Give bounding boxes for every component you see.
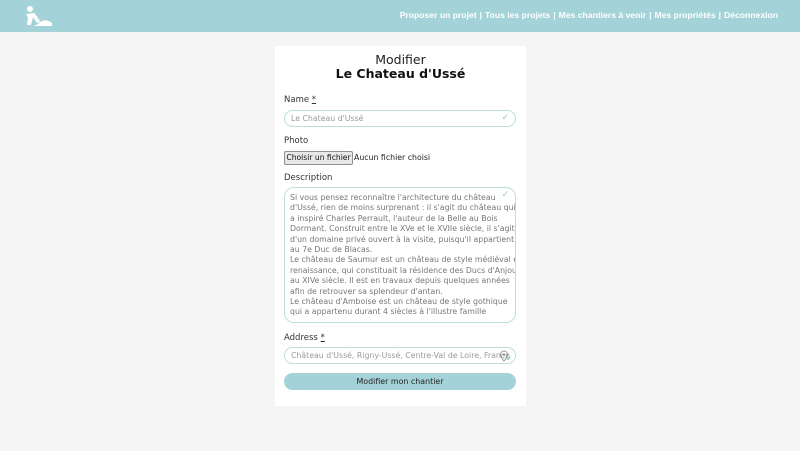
edit-project-form: Modifier Le Chateau d'Ussé Name * Le Cha… — [275, 46, 526, 406]
check-icon: ✓ — [501, 190, 509, 200]
nav-link-upcoming-sites[interactable]: Mes chantiers à venir — [559, 10, 646, 20]
description-line: a inspiré Charles Perrault, l'auteur de … — [290, 213, 498, 223]
description-line: qui a appartenu durant 4 siècles à l'ill… — [290, 307, 487, 317]
nav-separator: | — [553, 10, 556, 20]
description-line: au 7e Duc de Blacas. — [290, 245, 373, 255]
project-title: Le Chateau d'Ussé — [335, 66, 466, 81]
nav-link-my-properties[interactable]: Mes propriétés — [654, 10, 715, 20]
description-text: Si vous pensez reconnaître l'architectur… — [290, 193, 516, 318]
nav-link-all-projects[interactable]: Tous les projets — [485, 10, 550, 20]
description-line: renaissance, qui constituait la résidenc… — [290, 265, 516, 275]
worker-shovel-icon[interactable] — [22, 5, 52, 27]
choose-file-button[interactable]: Choisir un fichier — [284, 151, 353, 165]
nav-link-logout[interactable]: Déconnexion — [724, 10, 778, 20]
top-navbar: Proposer un projet | Tous les projets | Mes … — [0, 0, 800, 32]
nav-links: Proposer un projet | Tous les projets | Mes … — [400, 10, 778, 20]
description-textarea[interactable]: Si vous pensez reconnaître l'architectur… — [284, 187, 516, 323]
nav-separator: | — [479, 10, 482, 20]
form-heading: Modifier — [375, 52, 426, 67]
description-line: Le château de Saumur est un château de s… — [290, 255, 516, 265]
description-line: d'un domaine privé ouvert à la visite, p… — [290, 234, 515, 244]
name-label-text: Name — [284, 95, 310, 105]
description-line: Dormant. Construit entre le XVe et le XV… — [290, 224, 515, 234]
required-marker: * — [320, 333, 325, 343]
check-icon: ✓ — [501, 113, 509, 123]
address-label-text: Address — [284, 333, 318, 343]
description-line: afin de retrouver sa splendeur d'antan. — [290, 286, 443, 296]
name-value: Le Chateau d'Ussé — [291, 114, 364, 123]
description-line: Si vous pensez reconnaître l'architectur… — [290, 193, 496, 202]
name-field[interactable]: Le Chateau d'Ussé ✓ — [284, 110, 516, 127]
nav-separator: | — [718, 10, 722, 20]
required-marker: * — [311, 95, 317, 105]
nav-separator: | — [649, 10, 652, 20]
address-value: Château d'Ussé, Rigny-Ussé, Centre-Val d… — [291, 351, 510, 360]
photo-label: Photo — [284, 136, 309, 146]
address-label: Address * — [284, 333, 325, 343]
name-label: Name * — [284, 95, 316, 105]
location-pin-check-icon — [499, 350, 511, 362]
description-line: Le château d'Amboise est un château de s… — [290, 297, 508, 307]
file-status: Aucun fichier choisi — [354, 153, 431, 162]
nav-link-propose-project[interactable]: Proposer un projet — [400, 10, 477, 20]
address-field[interactable]: Château d'Ussé, Rigny-Ussé, Centre-Val d… — [284, 347, 516, 364]
description-line: d'Ussé, rien de moins surprenant : il s'… — [290, 203, 516, 213]
description-line: au XIVe siècle. Il est en travaux depuis… — [290, 276, 510, 286]
description-label: Description — [284, 173, 333, 183]
submit-button[interactable]: Modifier mon chantier — [284, 373, 516, 390]
